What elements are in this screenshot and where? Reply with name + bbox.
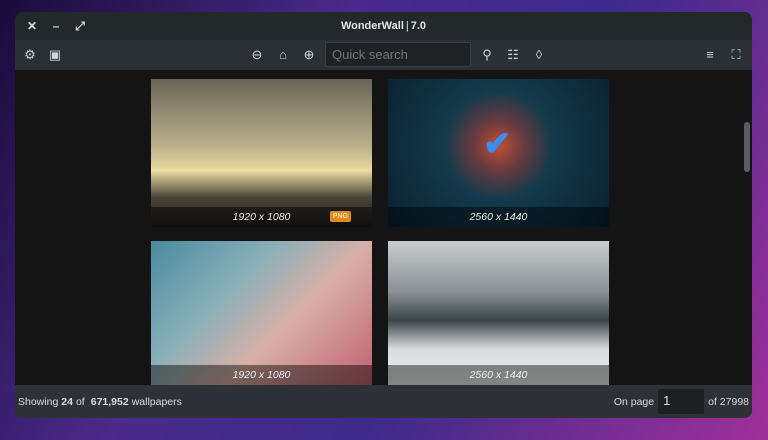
of-label: of (75, 395, 85, 408)
close-icon[interactable]: ✕ (25, 19, 39, 33)
back-icon[interactable]: ⊖ (247, 47, 267, 63)
resolution-label: 1920 x 1080 (232, 211, 291, 223)
thumbnail-caption: 2560 x 1440 (388, 365, 609, 385)
selected-check-icon: ✔ (483, 125, 512, 163)
resolution-label: 1920 x 1080 (232, 369, 291, 381)
wallpaper-thumbnail[interactable]: 2560 x 1440 (388, 241, 609, 385)
maximize-icon[interactable]: ⤢ (73, 19, 87, 34)
showing-label: Showing (18, 395, 59, 408)
thumbnail-caption: 2560 x 1440 (388, 207, 609, 227)
color-drop-icon[interactable]: ◊ (529, 47, 549, 62)
resolution-label: 2560 x 1440 (469, 211, 528, 223)
forward-icon[interactable]: ⊕ (299, 47, 319, 63)
download-box-icon[interactable]: ▣ (45, 47, 65, 63)
scrollbar-thumb[interactable] (744, 122, 750, 172)
thumbnail-caption: 1920 x 1080 (151, 365, 372, 385)
wallpaper-thumbnail[interactable]: ✔ 2560 x 1440 (388, 79, 609, 227)
total-count: 671,952 (90, 395, 129, 408)
categories-icon[interactable]: ☷ (503, 47, 523, 63)
wallpaper-thumbnail[interactable]: 1920 x 1080 PNG (151, 79, 372, 227)
wallpapers-label: wallpapers (131, 395, 182, 408)
app-version: 7.0 (410, 20, 427, 32)
shown-count: 24 (61, 395, 73, 408)
resolution-label: 2560 x 1440 (469, 369, 528, 381)
home-icon[interactable]: ⌂ (273, 47, 293, 62)
wallpaper-thumbnail[interactable]: 1920 x 1080 (151, 241, 372, 385)
toolbar: ⚙ ▣ ⊖ ⌂ ⊕ ⚲ ☷ ◊ ≡ ⛶ (15, 40, 752, 70)
page-count: of 27998 (708, 395, 749, 408)
settings-icon[interactable]: ⚙ (20, 47, 40, 63)
app-name: WonderWall (340, 20, 404, 32)
fullscreen-icon[interactable]: ⛶ (726, 47, 746, 63)
search-input[interactable] (325, 42, 471, 67)
filter-icon[interactable]: ≡ (700, 47, 720, 63)
pagination: On page 1 of 27998 (614, 389, 749, 414)
page-input[interactable]: 1 (658, 389, 705, 414)
search-icon[interactable]: ⚲ (477, 47, 497, 63)
wallpaper-grid: 1920 x 1080 PNG ✔ 2560 x 1440 1920 x 1080… (15, 70, 752, 385)
on-page-label: On page (613, 395, 655, 408)
title-bar: ✕ – ⤢ WonderWall | 7.0 (15, 12, 752, 40)
window-title: WonderWall | 7.0 (340, 20, 427, 32)
minimize-icon[interactable]: – (49, 19, 63, 33)
format-badge: PNG (329, 211, 351, 222)
status-bar: Showing 24 of 671,952 wallpapers On page… (15, 385, 752, 418)
thumbnail-caption: 1920 x 1080 PNG (151, 207, 372, 227)
app-window: ✕ – ⤢ WonderWall|7.0 ⚙ ▣ ⊖ ⌂ ⊕ ⚲ ☷ ◊ ≡ ⛶… (15, 12, 752, 418)
